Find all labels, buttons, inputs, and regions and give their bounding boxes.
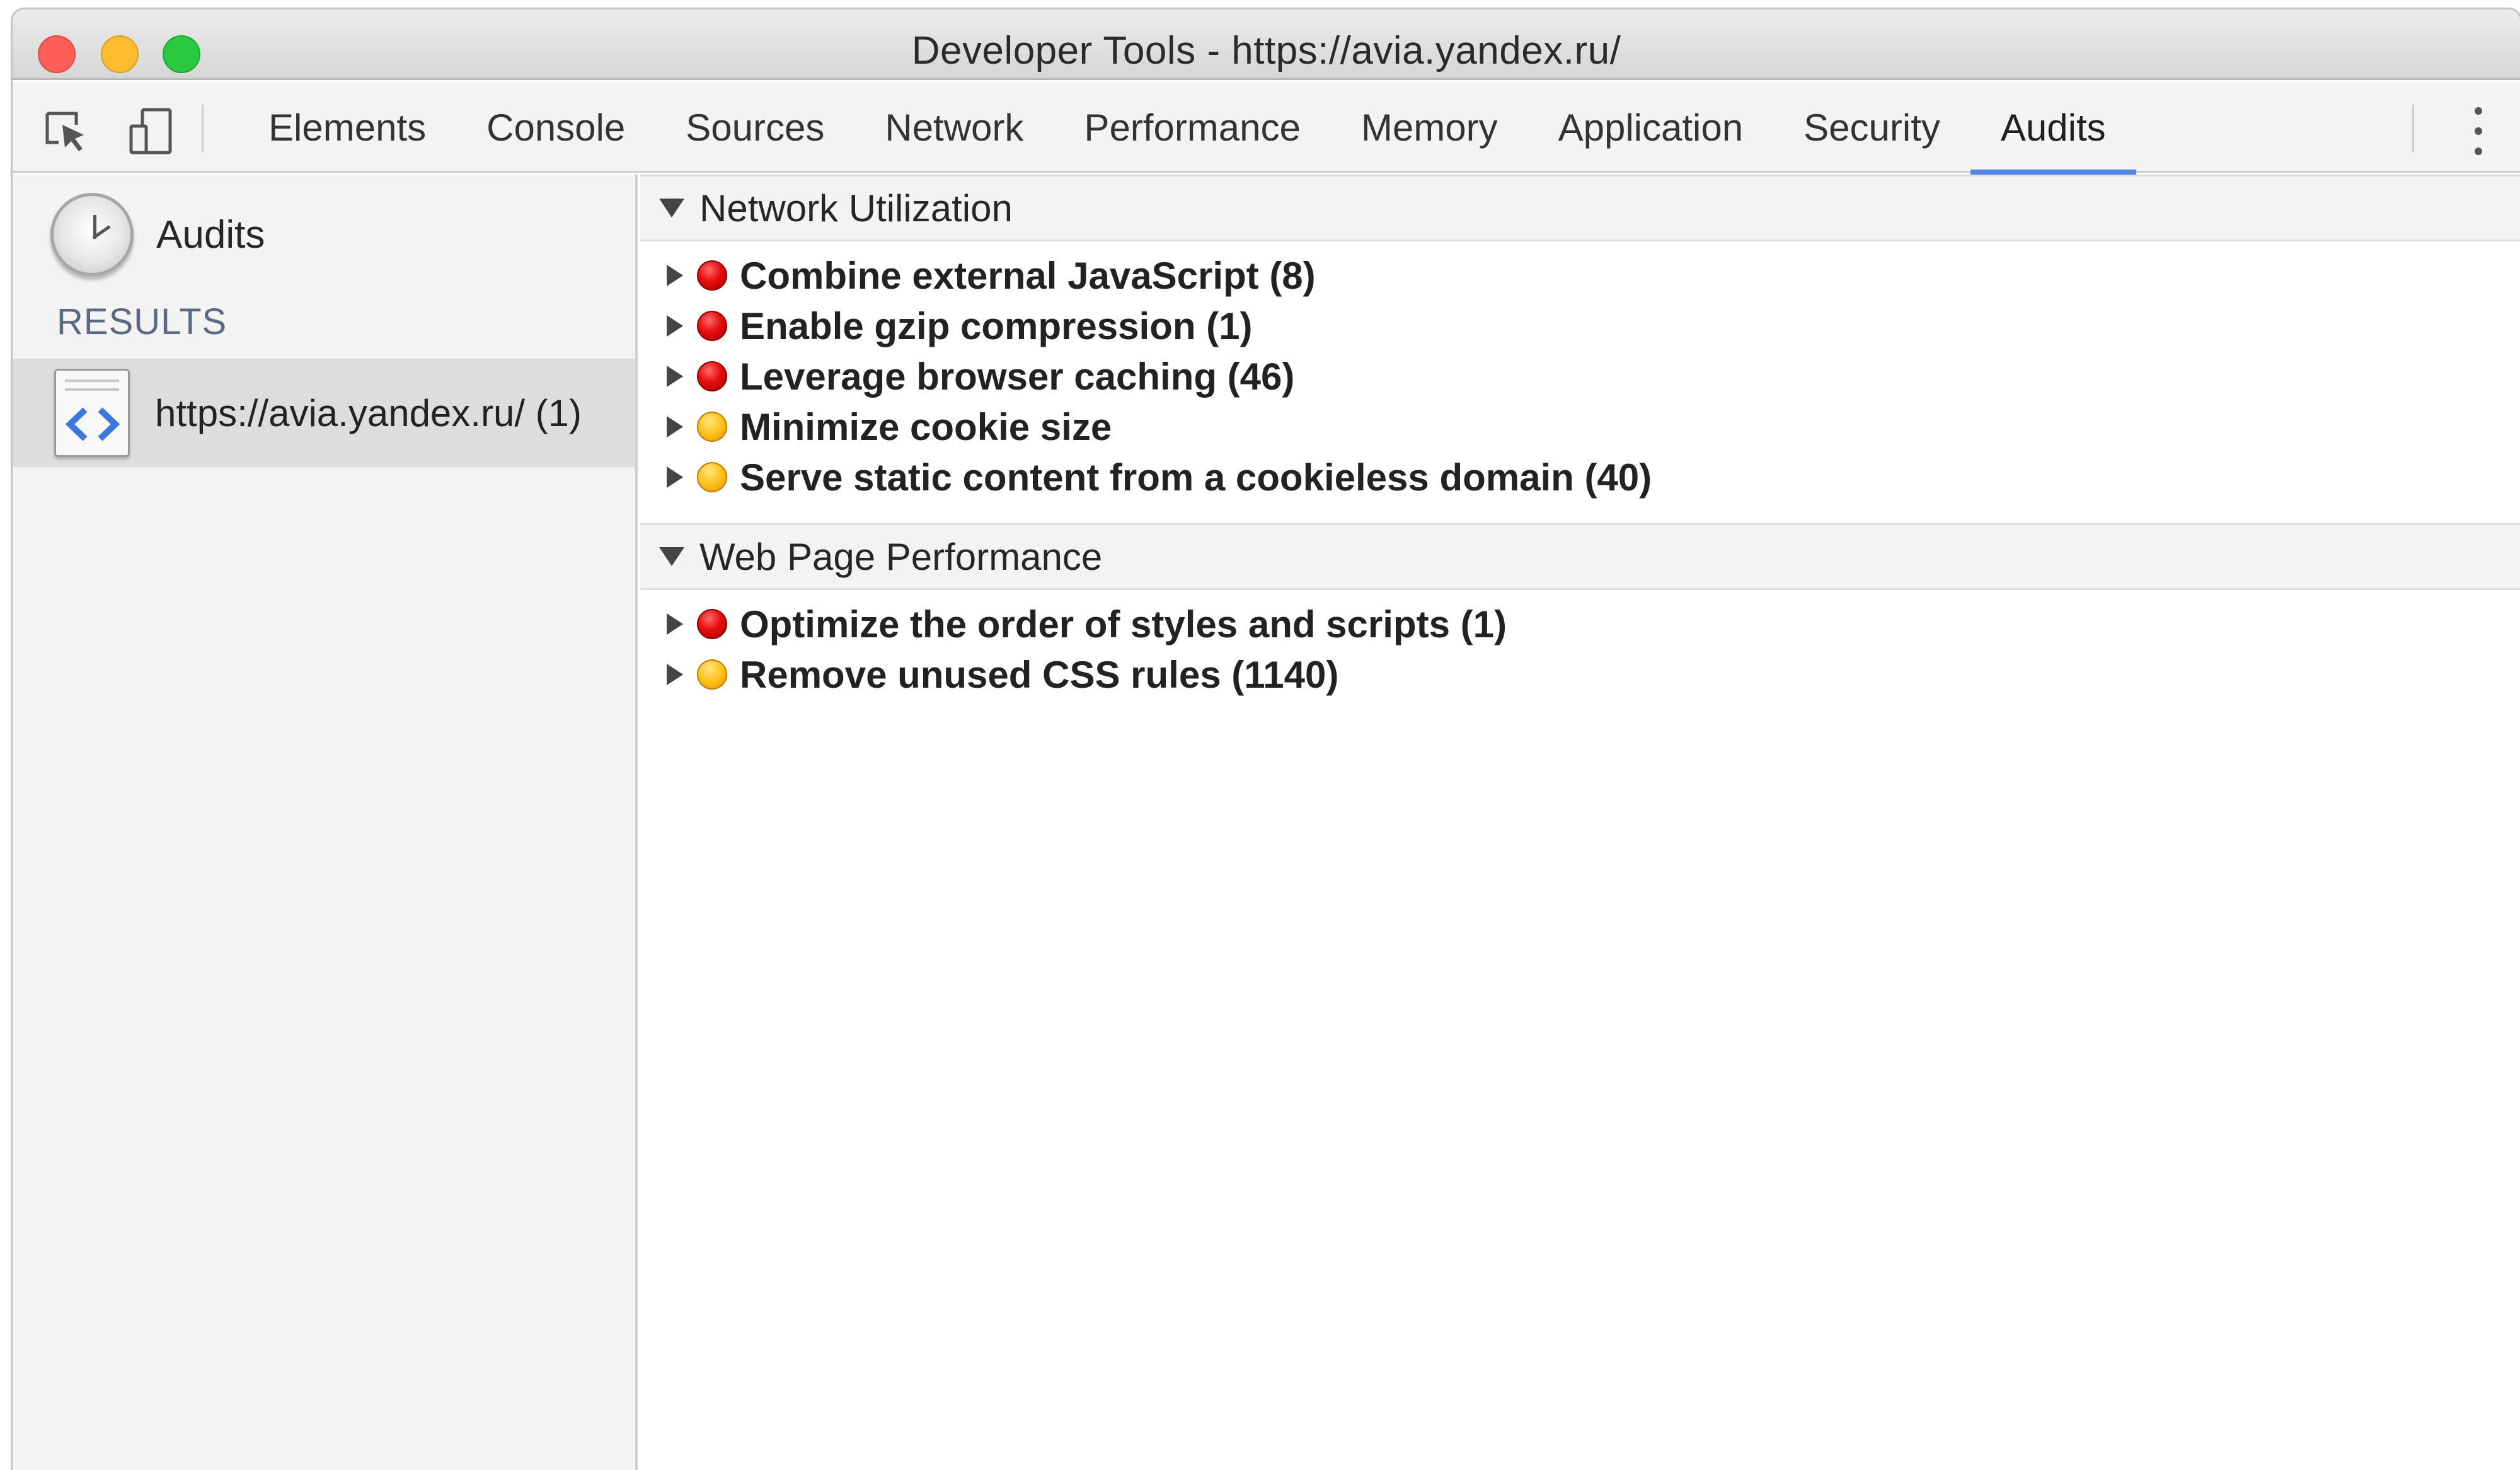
expand-triangle-icon [667,366,683,387]
section-title: Network Utilization [699,187,1013,229]
audits-sidebar: Audits RESULTS https://avia.yandex.ru/ (… [13,175,638,1470]
tab-sources[interactable]: Sources [655,82,854,173]
audit-row-label: Serve static content from a cookieless d… [740,456,1652,499]
audit-results-panel: Network Utilization Combine external Jav… [640,175,2520,1470]
toolbar-divider [202,105,204,153]
tab-security[interactable]: Security [1773,82,1971,173]
tab-audits[interactable]: Audits [1970,82,2136,175]
audit-row[interactable]: Leverage browser caching (46) [640,351,2520,402]
tab-network[interactable]: Network [854,82,1054,173]
audit-row-label: Combine external JavaScript (8) [740,254,1316,297]
audit-row-label: Leverage browser caching (46) [740,355,1295,398]
section-header-web-page-performance[interactable]: Web Page Performance [640,523,2520,590]
window-title: Developer Tools - https://avia.yandex.ru… [911,29,1621,72]
audit-row-label: Enable gzip compression (1) [740,304,1253,347]
sidebar-audits-launcher[interactable]: Audits [50,193,265,276]
tab-console[interactable]: Console [456,82,655,173]
severity-yellow-icon [697,659,727,690]
web-page-performance-rows: Optimize the order of styles and scripts… [640,599,2520,700]
document-code-icon [54,369,130,457]
inspect-element-icon[interactable] [41,106,91,156]
results-heading: RESULTS [57,301,227,342]
title-bar: Developer Tools - https://avia.yandex.ru… [13,9,2520,80]
audit-row[interactable]: Minimize cookie size [640,402,2520,452]
audit-row[interactable]: Remove unused CSS rules (1140) [640,649,2520,700]
device-toolbar-icon[interactable] [126,106,176,156]
audit-row-label: Minimize cookie size [740,405,1112,448]
audit-row-label: Remove unused CSS rules (1140) [740,653,1339,696]
more-options-icon[interactable] [2469,107,2488,155]
tab-memory[interactable]: Memory [1331,82,1528,173]
expand-triangle-icon [667,315,683,337]
tab-application[interactable]: Application [1528,82,1774,173]
audit-row[interactable]: Serve static content from a cookieless d… [640,452,2520,502]
toolbar-divider [2412,105,2414,153]
section-title: Web Page Performance [699,535,1103,578]
collapse-triangle-icon [659,199,684,217]
expand-triangle-icon [667,265,683,286]
audit-row[interactable]: Enable gzip compression (1) [640,301,2520,351]
collapse-triangle-icon [659,547,684,566]
tab-performance[interactable]: Performance [1054,82,1330,173]
sidebar-audits-label: Audits [156,212,265,257]
devtools-window: Developer Tools - https://avia.yandex.ru… [13,9,2520,1470]
audit-row-label: Optimize the order of styles and scripts… [740,603,1507,645]
severity-yellow-icon [697,412,727,442]
panel-tabs: Elements Console Sources Network Perform… [238,82,2136,175]
severity-yellow-icon [697,462,727,492]
section-header-network-utilization[interactable]: Network Utilization [640,175,2520,241]
sidebar-result-item[interactable]: https://avia.yandex.ru/ (1) [13,359,635,467]
expand-triangle-icon [667,466,683,488]
audit-row[interactable]: Combine external JavaScript (8) [640,250,2520,301]
sidebar-result-label: https://avia.yandex.ru/ (1) [155,391,582,434]
severity-red-icon [697,609,727,639]
severity-red-icon [697,361,727,391]
network-utilization-rows: Combine external JavaScript (8) Enable g… [640,250,2520,502]
expand-triangle-icon [667,664,683,685]
severity-red-icon [697,260,727,291]
severity-red-icon [697,311,727,341]
audit-row[interactable]: Optimize the order of styles and scripts… [640,599,2520,649]
expand-triangle-icon [667,416,683,437]
devtools-toolbar: Elements Console Sources Network Perform… [13,82,2520,175]
stopwatch-icon [50,193,134,276]
expand-triangle-icon [667,613,683,635]
tab-elements[interactable]: Elements [238,82,456,173]
